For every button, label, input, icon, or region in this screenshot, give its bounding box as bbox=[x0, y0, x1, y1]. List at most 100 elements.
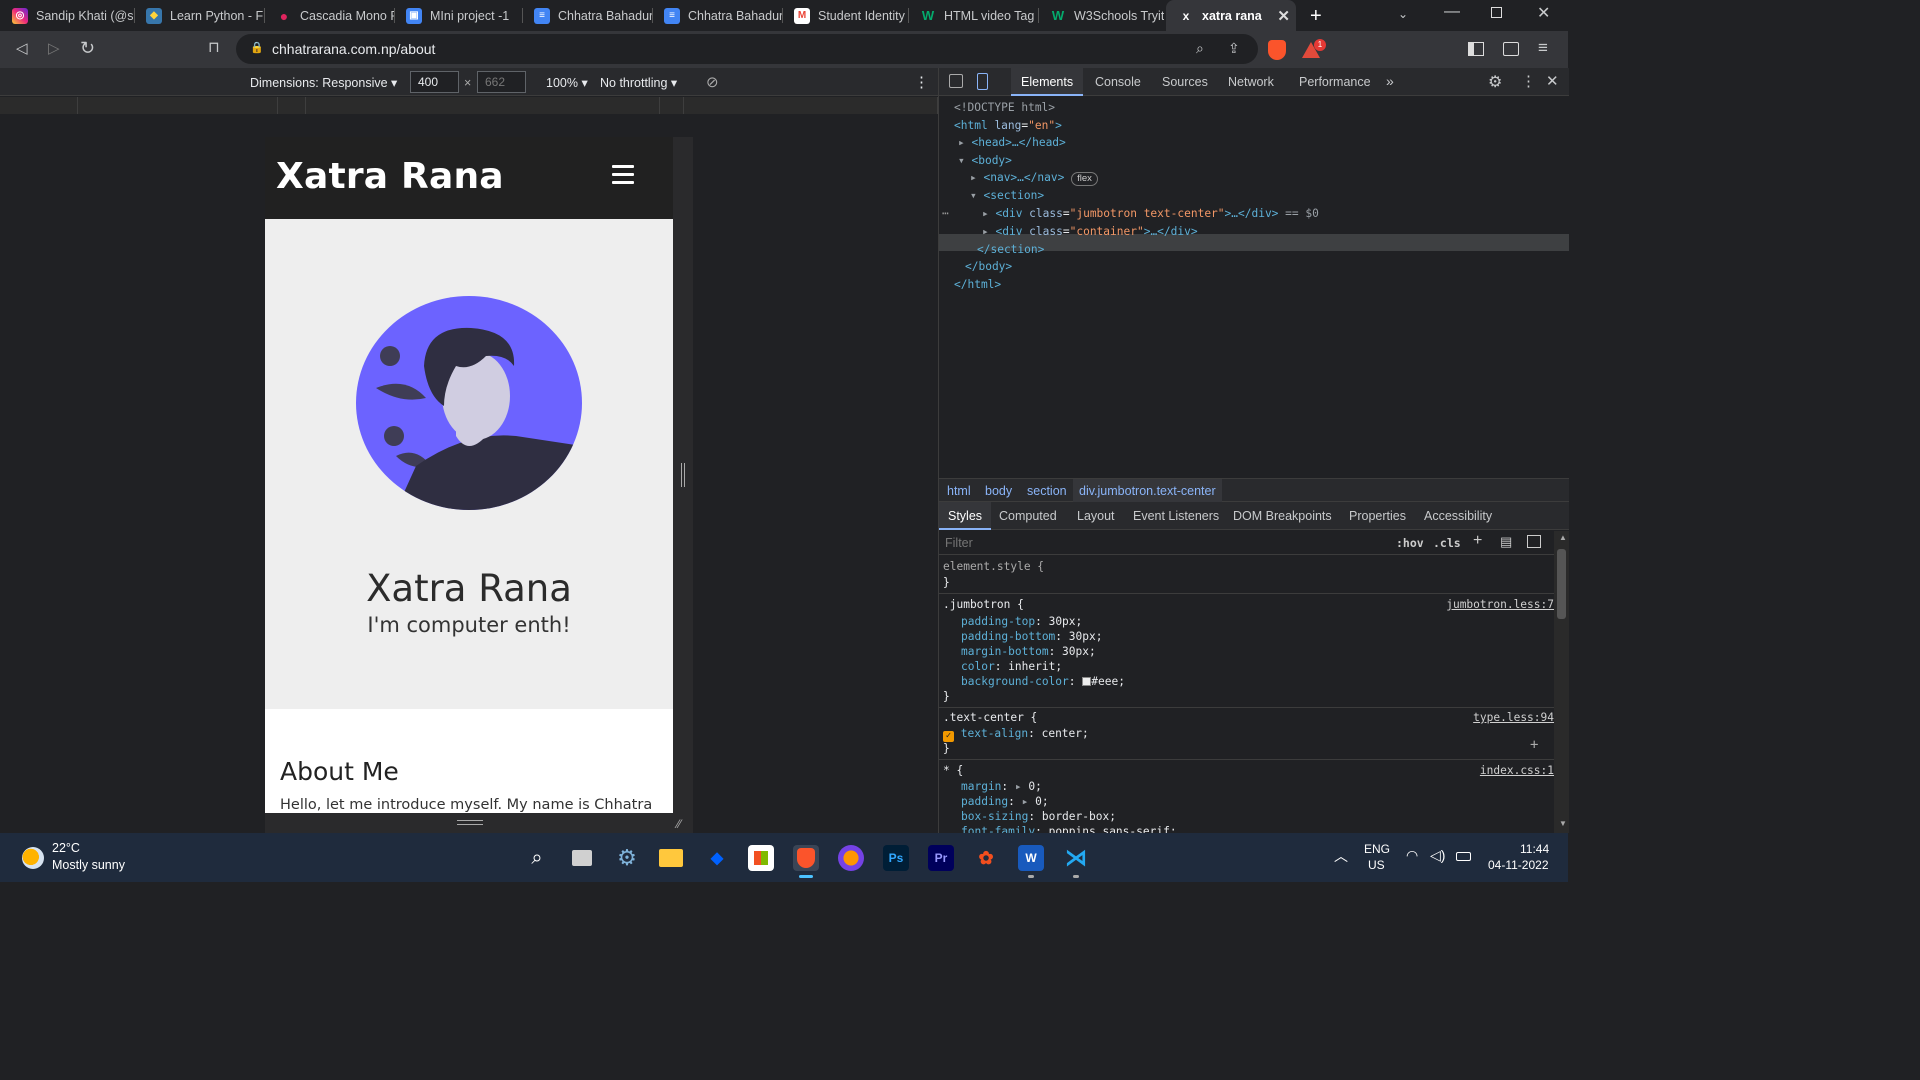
brave-browser-icon[interactable] bbox=[793, 845, 819, 871]
photoshop-icon[interactable]: Ps bbox=[883, 845, 909, 871]
cls-toggle[interactable]: .cls bbox=[1433, 536, 1461, 550]
checkbox-icon[interactable]: ✓ bbox=[943, 731, 954, 742]
subtab-computed[interactable]: Computed bbox=[999, 509, 1057, 523]
address-bar[interactable]: 🔒 chhatrarana.com.np/about ⌕ ⇪ bbox=[236, 34, 1258, 64]
browser-tab[interactable]: ≡ Chhatra Bahadur bbox=[522, 0, 652, 31]
file-explorer-icon[interactable] bbox=[658, 845, 684, 871]
source-link[interactable]: jumbotron.less:7 bbox=[1446, 598, 1554, 611]
vscode-icon[interactable]: ⋊ bbox=[1063, 845, 1089, 871]
paint-icon[interactable]: ▤ bbox=[1500, 534, 1512, 550]
browser-tab[interactable]: ▣ MIni project -1 bbox=[394, 0, 522, 31]
rotate-icon[interactable]: ⊘ bbox=[706, 73, 719, 91]
css-declaration[interactable]: box-sizing: border-box; bbox=[961, 810, 1116, 823]
clock-time[interactable]: 11:44 bbox=[1520, 842, 1549, 856]
tab-search-chevron-icon[interactable]: ⌄ bbox=[1398, 8, 1408, 20]
toggle-sidebar-icon[interactable] bbox=[1527, 535, 1541, 548]
rule-selector[interactable]: * { bbox=[943, 764, 963, 777]
css-declaration[interactable]: font-family: poppins,sans-serif; bbox=[961, 825, 1177, 833]
dom-line[interactable]: <!DOCTYPE html> bbox=[954, 101, 1055, 114]
more-tabs-icon[interactable]: » bbox=[1386, 73, 1394, 89]
css-declaration[interactable]: margin-bottom: 30px; bbox=[961, 645, 1096, 658]
browser-tab[interactable]: W W3Schools Tryit bbox=[1038, 0, 1166, 31]
css-declaration[interactable]: ✓ text-align: center; bbox=[943, 727, 1089, 742]
dropbox-icon[interactable]: ◆ bbox=[704, 845, 730, 871]
breadcrumb-item[interactable]: html bbox=[947, 484, 971, 498]
dom-line[interactable]: ▾ <section> bbox=[970, 189, 1044, 202]
search-icon[interactable]: ⌕ bbox=[524, 845, 550, 871]
css-declaration[interactable]: background-color: #eee; bbox=[961, 675, 1125, 688]
css-declaration[interactable]: margin: ▸ 0; bbox=[961, 780, 1042, 793]
new-rule-icon[interactable]: + bbox=[1473, 532, 1482, 550]
close-tab-icon[interactable]: ✕ bbox=[1277, 7, 1290, 25]
resize-handle-bottom[interactable]: ⁄⁄ bbox=[265, 813, 693, 833]
back-icon[interactable]: ◁ bbox=[16, 41, 28, 56]
dom-line[interactable]: ▾ <body> bbox=[958, 154, 1012, 167]
hov-toggle[interactable]: :hov bbox=[1396, 536, 1424, 550]
throttling-select[interactable]: No throttling ▾ bbox=[600, 75, 677, 90]
zoom-icon[interactable]: ⌕ bbox=[1196, 40, 1204, 57]
browser-tab[interactable]: ◎ Sandip Khati (@s bbox=[0, 0, 134, 31]
browser-tab[interactable]: ≡ Chhatra Bahadur bbox=[652, 0, 782, 31]
more-options-icon[interactable]: ⋮ bbox=[914, 73, 929, 91]
subtab-accessibility[interactable]: Accessibility bbox=[1424, 509, 1492, 523]
dom-line[interactable]: </section> bbox=[977, 243, 1044, 256]
browser-tab-active[interactable]: x xatra rana ✕ bbox=[1166, 0, 1296, 31]
rule-selector[interactable]: element.style { bbox=[943, 560, 1044, 573]
inspect-element-icon[interactable] bbox=[949, 74, 963, 88]
firefox-icon[interactable] bbox=[838, 845, 864, 871]
new-tab-icon[interactable]: + bbox=[1310, 6, 1322, 26]
css-declaration[interactable]: padding-bottom: 30px; bbox=[961, 630, 1102, 643]
dimensions-select[interactable]: Dimensions: Responsive ▾ bbox=[250, 75, 397, 90]
tab-elements[interactable]: Elements bbox=[1021, 75, 1073, 89]
share-icon[interactable]: ⇪ bbox=[1228, 40, 1240, 57]
chevron-up-icon[interactable]: ︿ bbox=[1334, 846, 1348, 866]
zoom-select[interactable]: 100% ▾ bbox=[546, 75, 588, 90]
task-view-icon[interactable] bbox=[569, 845, 595, 871]
clock-date[interactable]: 04-11-2022 bbox=[1488, 858, 1549, 872]
css-declaration[interactable]: color: inherit; bbox=[961, 660, 1062, 673]
source-link[interactable]: type.less:94 bbox=[1473, 711, 1554, 724]
site-brand[interactable]: Xatra Rana bbox=[276, 156, 504, 197]
width-input[interactable]: 400 bbox=[410, 71, 459, 93]
settings-icon[interactable]: ⚙ bbox=[614, 845, 640, 871]
wifi-icon[interactable]: ◠ bbox=[1406, 847, 1418, 864]
region-indicator[interactable]: US bbox=[1368, 858, 1385, 872]
reload-icon[interactable]: ↻ bbox=[80, 39, 95, 57]
figma-icon[interactable]: ✿ bbox=[973, 845, 999, 871]
menu-icon[interactable]: ≡ bbox=[1538, 39, 1548, 56]
wallet-icon[interactable] bbox=[1503, 42, 1519, 56]
devtools-menu-icon[interactable]: ⋮ bbox=[1521, 72, 1536, 90]
language-indicator[interactable]: ENG bbox=[1364, 842, 1390, 856]
scroll-thumb[interactable] bbox=[1557, 549, 1566, 619]
subtab-dom-breakpoints[interactable]: DOM Breakpoints bbox=[1233, 509, 1332, 523]
breadcrumb-item[interactable]: section bbox=[1027, 484, 1067, 498]
premiere-icon[interactable]: Pr bbox=[928, 845, 954, 871]
dom-line[interactable]: ▸ <head>…</head> bbox=[958, 136, 1066, 149]
breadcrumb-item[interactable]: body bbox=[985, 484, 1012, 498]
tab-performance[interactable]: Performance bbox=[1299, 75, 1371, 89]
weather-icon[interactable] bbox=[22, 847, 44, 869]
color-swatch[interactable] bbox=[1082, 677, 1092, 686]
windows-start-icon[interactable] bbox=[479, 845, 505, 871]
subtab-properties[interactable]: Properties bbox=[1349, 509, 1406, 523]
rule-selector[interactable]: .jumbotron { bbox=[943, 598, 1024, 611]
bookmark-icon[interactable]: ⊓ bbox=[208, 40, 220, 55]
subtab-styles[interactable]: Styles bbox=[939, 502, 992, 530]
settings-gear-icon[interactable]: ⚙ bbox=[1488, 72, 1502, 92]
css-declaration[interactable]: padding: ▸ 0; bbox=[961, 795, 1049, 808]
css-declaration[interactable]: padding-top: 30px; bbox=[961, 615, 1082, 628]
browser-tab[interactable]: M Student Identity bbox=[782, 0, 908, 31]
close-window-icon[interactable]: ✕ bbox=[1537, 6, 1550, 22]
rule-selector[interactable]: .text-center { bbox=[943, 711, 1037, 724]
breadcrumb-item-active[interactable]: div.jumbotron.text-center bbox=[1073, 479, 1222, 502]
height-input[interactable]: 662 bbox=[477, 71, 526, 93]
resize-handle-right[interactable] bbox=[673, 137, 693, 813]
brave-shield-icon[interactable] bbox=[1268, 40, 1286, 60]
styles-scrollbar[interactable]: ▲ ▼ bbox=[1554, 531, 1569, 833]
volume-icon[interactable]: ◁) bbox=[1430, 847, 1445, 864]
battery-icon[interactable] bbox=[1456, 852, 1471, 861]
browser-tab[interactable]: W HTML video Tag bbox=[908, 0, 1038, 31]
store-icon[interactable] bbox=[748, 845, 774, 871]
filter-input[interactable] bbox=[942, 533, 1382, 553]
hamburger-menu-icon[interactable] bbox=[612, 165, 634, 189]
